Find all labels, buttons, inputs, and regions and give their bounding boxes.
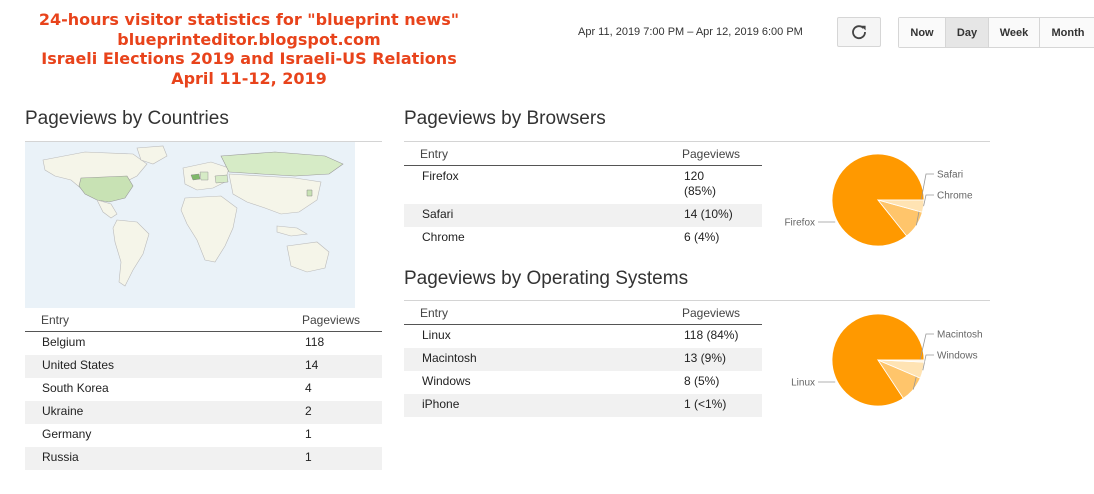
refresh-icon [852, 25, 866, 40]
table-row: Macintosh 13 (9%) [404, 348, 762, 371]
banner-line-3: Israeli Elections 2019 and Israeli-US Re… [41, 49, 457, 69]
map-germany [199, 171, 209, 181]
banner-line-2: blueprinteditor.blogspot.com [117, 29, 381, 49]
browsers-table: Entry Pageviews Firefox 120 (85%) Safari… [404, 142, 762, 250]
table-row: Chrome 6 (4%) [404, 227, 762, 250]
row-pageviews: 1 (<1%) [684, 397, 727, 411]
row-entry: iPhone [422, 397, 460, 411]
date-range-label: Apr 11, 2019 7:00 PM – Apr 12, 2019 6:00… [578, 26, 803, 38]
os-table: Entry Pageviews Linux 118 (84%) Macintos… [404, 301, 762, 417]
row-pageviews: 13 (9%) [684, 351, 727, 365]
countries-header-pageviews: Pageviews [302, 312, 361, 327]
browsers-header-pageviews: Pageviews [682, 146, 741, 161]
os-header-entry: Entry [420, 305, 449, 320]
browsers-title: Pageviews by Browsers [404, 108, 606, 129]
countries-table-header: Entry Pageviews [25, 308, 382, 332]
banner: 24-hours visitor statistics for "bluepri… [14, 10, 484, 88]
table-row: Windows 8 (5%) [404, 371, 762, 394]
banner-line-4: April 11-12, 2019 [171, 68, 327, 88]
world-map [25, 142, 355, 308]
row-entry: Belgium [42, 335, 86, 349]
row-pageviews: 1 [305, 427, 312, 441]
table-row: United States 14 [25, 355, 382, 378]
row-pageviews: 1 [305, 450, 312, 464]
pie-leader-line [923, 194, 934, 207]
row-entry: Germany [42, 427, 92, 441]
row-entry: Chrome [422, 230, 465, 244]
table-row: South Korea 4 [25, 378, 382, 401]
row-entry: Macintosh [422, 351, 477, 365]
refresh-button[interactable] [837, 17, 881, 47]
table-row: Russia 1 [25, 447, 382, 470]
row-pageviews: 6 (4%) [684, 230, 720, 244]
map-ukraine [214, 174, 229, 184]
pie-label-macintosh: Macintosh [937, 330, 983, 341]
os-table-header: Entry Pageviews [404, 301, 762, 325]
pie-label-linux: Linux [791, 378, 815, 389]
row-pageviews: 4 [305, 381, 312, 395]
pie-leader-line [922, 354, 934, 371]
range-selector: Now Day Week Month [898, 17, 1094, 48]
table-row: Belgium 118 [25, 332, 382, 355]
range-week-button[interactable]: Week [989, 18, 1040, 47]
row-entry: Windows [422, 374, 471, 388]
pie-label-chrome: Chrome [937, 191, 973, 202]
row-entry: United States [42, 358, 115, 372]
row-pageviews: 2 [305, 404, 312, 418]
browsers-pie-chart: Firefox Safari Chrome [784, 153, 973, 247]
row-entry: Ukraine [42, 404, 84, 418]
row-pageviews: 14 (10%) [684, 207, 733, 221]
browsers-table-header: Entry Pageviews [404, 142, 762, 166]
pie-label-windows: Windows [937, 351, 978, 362]
table-row: Safari 14 (10%) [404, 204, 762, 227]
row-pageviews: 118 [305, 335, 325, 349]
map-south-korea [306, 189, 313, 197]
world-map-graphic [25, 142, 355, 308]
countries-header-entry: Entry [41, 312, 70, 327]
row-pageviews: 8 (5%) [684, 374, 720, 388]
row-entry: Firefox [422, 169, 459, 183]
os-pie-chart: Linux Macintosh Windows [791, 313, 983, 407]
row-entry: Safari [422, 207, 454, 221]
row-entry: South Korea [42, 381, 109, 395]
pie-label-firefox: Firefox [784, 218, 815, 229]
table-row: iPhone 1 (<1%) [404, 394, 762, 417]
pie-label-safari: Safari [937, 170, 963, 181]
os-title: Pageviews by Operating Systems [404, 268, 689, 289]
range-month-button[interactable]: Month [1040, 18, 1094, 47]
table-row: Firefox 120 (85%) [404, 166, 762, 204]
countries-title: Pageviews by Countries [25, 108, 229, 129]
table-row: Germany 1 [25, 424, 382, 447]
browsers-header-entry: Entry [420, 146, 449, 161]
row-pageviews: 118 (84%) [684, 328, 739, 342]
table-row: Ukraine 2 [25, 401, 382, 424]
range-now-button[interactable]: Now [899, 18, 946, 47]
table-row: Linux 118 (84%) [404, 325, 762, 348]
banner-line-1: 24-hours visitor statistics for "bluepri… [38, 10, 460, 29]
row-pageviews: 14 [305, 358, 319, 372]
os-header-pageviews: Pageviews [682, 305, 741, 320]
row-pageviews: 120 (85%) [684, 169, 717, 198]
row-entry: Linux [422, 328, 451, 342]
row-entry: Russia [42, 450, 79, 464]
countries-table: Entry Pageviews Belgium 118 United State… [25, 308, 382, 470]
range-day-button[interactable]: Day [946, 18, 989, 47]
